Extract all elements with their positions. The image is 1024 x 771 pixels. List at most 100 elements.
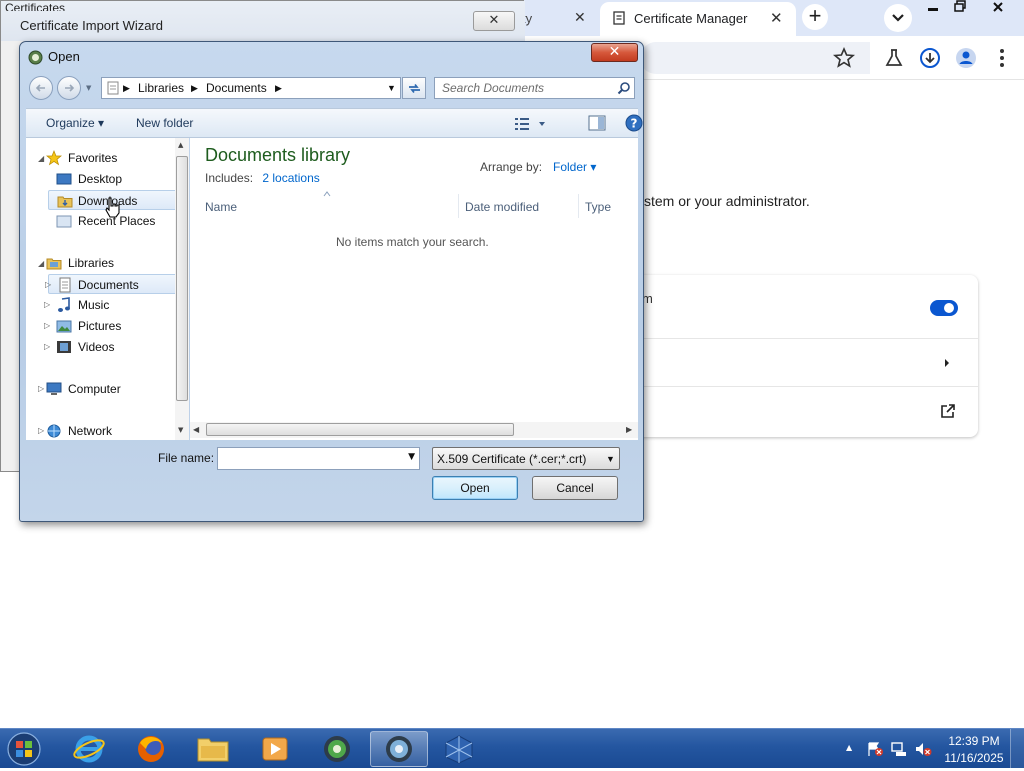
arrange-by-dropdown[interactable]: Folder ▾ (553, 160, 596, 174)
scrollbar-thumb[interactable] (176, 156, 188, 401)
scrollbar-thumb[interactable] (206, 423, 514, 436)
taskbar-virtualbox[interactable] (430, 731, 488, 767)
breadcrumb-documents[interactable]: Documents (206, 81, 267, 95)
cancel-button[interactable]: Cancel (532, 476, 618, 500)
nav-favorites[interactable]: Favorites (46, 148, 171, 168)
breadcrumb-separator-icon[interactable]: ▶ (191, 83, 198, 94)
nav-videos[interactable]: ▷ Videos (44, 337, 171, 357)
nav-music[interactable]: ▷ Music (44, 295, 171, 315)
new-tab-button[interactable]: + (802, 4, 828, 30)
minimize-button[interactable] (919, 0, 947, 18)
settings-row-external[interactable] (642, 387, 978, 437)
tray-expand-icon[interactable]: ▲ (846, 743, 852, 752)
file-name-input[interactable]: ▼ (217, 447, 420, 470)
settings-row-toggle[interactable]: m (642, 275, 978, 339)
volume-muted-icon[interactable] (914, 741, 932, 757)
certificate-app-icon (386, 736, 412, 762)
organize-button[interactable]: Organize ▾ (46, 116, 104, 130)
scroll-right-icon[interactable]: ▶ (626, 425, 632, 434)
nav-scrollbar[interactable]: ▲ ▼ (175, 138, 189, 440)
breadcrumb-separator-icon[interactable]: ▶ (123, 83, 130, 94)
breadcrumb-libraries[interactable]: Libraries (138, 81, 184, 95)
tab-close-icon[interactable]: ✕ (574, 9, 586, 26)
library-icon (107, 81, 119, 95)
browser-tab-certificate-manager[interactable]: Certificate Manager ✕ (600, 2, 796, 36)
recent-locations-icon[interactable]: ▼ (86, 84, 91, 92)
nav-videos-label: Videos (78, 340, 115, 354)
search-input[interactable]: Search Documents (434, 77, 635, 99)
breadcrumb-separator-icon[interactable]: ▶ (275, 83, 282, 94)
nav-computer[interactable]: Computer (46, 379, 171, 399)
forward-button[interactable] (57, 76, 81, 100)
taskbar-firefox[interactable] (122, 731, 180, 767)
tab-search-button[interactable] (884, 4, 912, 32)
view-options-icon[interactable] (514, 116, 548, 132)
settings-row-manage[interactable] (642, 339, 978, 387)
expand-arrow-icon[interactable]: ▷ (38, 384, 44, 393)
address-dropdown-icon[interactable]: ▼ (387, 83, 396, 93)
scroll-down-icon[interactable]: ▼ (178, 426, 183, 434)
filter-dropdown-icon[interactable]: ▼ (606, 454, 615, 464)
toggle-switch[interactable] (930, 300, 958, 316)
expand-arrow-icon[interactable]: ▷ (45, 280, 51, 289)
new-folder-button[interactable]: New folder (136, 116, 193, 130)
open-button[interactable]: Open (432, 476, 518, 500)
close-window-button[interactable] (984, 0, 1012, 18)
profile-avatar-icon[interactable] (954, 46, 978, 70)
taskbar-certificate-app-active[interactable] (370, 731, 428, 767)
clock-date[interactable]: 11/16/2025 (938, 751, 1010, 765)
scroll-up-icon[interactable]: ▲ (178, 141, 183, 149)
certificates-window-label: Certificates (5, 1, 66, 11)
show-desktop-button[interactable] (1010, 729, 1024, 769)
chevron-down-icon (892, 14, 904, 22)
column-header-date-modified[interactable]: Date modified (459, 194, 579, 218)
locations-link[interactable]: 2 locations (262, 171, 319, 185)
collapse-arrow-icon[interactable]: ◢ (38, 259, 44, 268)
taskbar-media-player[interactable] (246, 731, 304, 767)
bookmark-star-icon[interactable] (832, 46, 856, 70)
file-type-filter[interactable]: X.509 Certificate (*.cer;*.crt) ▼ (432, 447, 620, 470)
expand-arrow-icon[interactable]: ▷ (44, 300, 50, 309)
clock-time[interactable]: 12:39 PM (938, 734, 1010, 748)
restore-button[interactable] (946, 0, 974, 18)
refresh-button[interactable] (402, 77, 426, 99)
column-header-name[interactable]: Name (199, 191, 459, 218)
libraries-icon (46, 258, 62, 270)
preview-pane-icon[interactable] (588, 115, 606, 131)
nav-network[interactable]: Network (46, 421, 171, 441)
breadcrumb[interactable]: ▶ Libraries ▶ Documents ▶ ▼ (101, 77, 401, 99)
documents-icon (59, 277, 71, 293)
back-button[interactable] (29, 76, 53, 100)
help-icon[interactable]: ? (625, 114, 643, 132)
network-tray-icon[interactable] (890, 741, 908, 757)
column-header-type[interactable]: Type (579, 194, 638, 218)
dialog-close-button[interactable]: ✕ (591, 43, 638, 62)
nav-desktop[interactable]: Desktop (56, 169, 171, 189)
taskbar-explorer[interactable] (184, 731, 242, 767)
download-icon[interactable] (918, 46, 942, 70)
collapse-arrow-icon[interactable]: ◢ (38, 154, 44, 163)
wizard-close-button[interactable]: ✕ (473, 11, 515, 31)
dialog-app-icon (28, 50, 43, 65)
nav-libraries[interactable]: Libraries (46, 253, 171, 273)
nav-pictures[interactable]: ▷ Pictures (44, 316, 171, 336)
nav-documents[interactable]: ▷ Documents (45, 274, 186, 294)
tab-close-icon[interactable]: ✕ (770, 9, 783, 27)
start-button[interactable] (2, 731, 46, 767)
expand-arrow-icon[interactable]: ▷ (44, 342, 50, 351)
action-center-flag-icon[interactable] (866, 741, 884, 757)
column-date-label: Date modified (465, 200, 540, 214)
settings-managed-note: stem or your administrator. (644, 193, 810, 209)
virtualbox-icon (445, 735, 473, 764)
file-list-scrollbar[interactable]: ◀ ▶ (190, 422, 638, 438)
expand-arrow-icon[interactable]: ▷ (38, 426, 44, 435)
empty-message: No items match your search. (336, 235, 489, 249)
labs-flask-icon[interactable] (882, 46, 906, 70)
expand-arrow-icon[interactable]: ▷ (44, 321, 50, 330)
taskbar-globe-app[interactable] (308, 731, 366, 767)
taskbar-internet-explorer[interactable] (60, 731, 118, 767)
scroll-left-icon[interactable]: ◀ (193, 425, 199, 434)
file-name-dropdown-icon[interactable]: ▼ (408, 452, 415, 462)
menu-dots-icon[interactable] (990, 46, 1014, 70)
browser-tab-previous[interactable]: ty ✕ (518, 4, 600, 34)
